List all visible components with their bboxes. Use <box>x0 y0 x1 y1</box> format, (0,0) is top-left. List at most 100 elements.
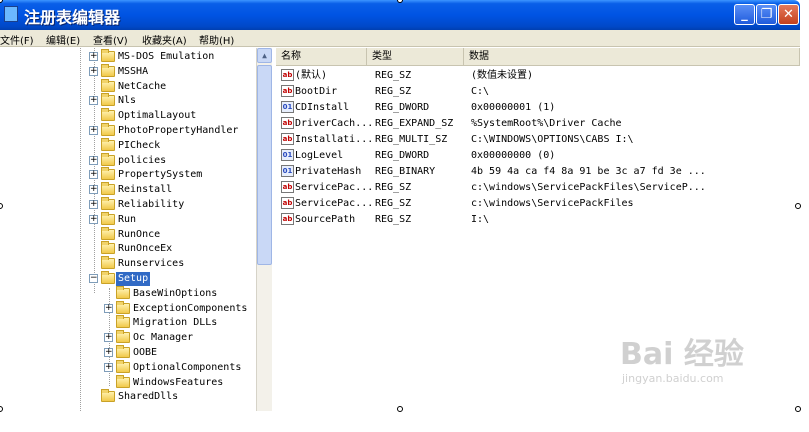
folder-icon <box>101 123 115 136</box>
column-header-name[interactable]: 名称 <box>276 48 367 66</box>
expand-icon[interactable]: + <box>89 214 98 224</box>
tree-item[interactable]: PICheck <box>0 137 256 153</box>
folder-icon <box>101 63 115 77</box>
value-name: (默认) <box>295 70 328 81</box>
value-row[interactable]: ab ServicePac... REG_SZ c:\windows\ServiceP… <box>276 196 800 212</box>
expand-icon[interactable]: + <box>89 155 98 165</box>
menu-favorites[interactable]: 收藏夹(A) <box>142 32 187 47</box>
folder-icon <box>116 359 130 373</box>
expand-icon[interactable]: + <box>89 66 98 76</box>
tree-item-label: Nls <box>118 95 137 107</box>
folder-icon <box>116 300 130 314</box>
value-name: PrivateHash <box>295 166 362 177</box>
folder-icon <box>101 167 115 181</box>
resize-handle[interactable] <box>397 406 403 412</box>
tree-item[interactable]: NetCache <box>0 78 256 94</box>
maximize-button[interactable]: ❐ <box>756 4 777 25</box>
tree-item-label: MS-DOS Emulation <box>118 51 215 62</box>
value-row[interactable]: ab (默认) REG_SZ (数值未设置) <box>276 68 800 84</box>
value-type: REG_EXPAND_SZ <box>375 118 454 129</box>
value-row[interactable]: ab BootDir REG_SZ C:\ <box>276 84 800 100</box>
value-row[interactable]: ab Installati... REG_MULTI_SZ C:\WINDOWS\OP… <box>276 132 800 148</box>
binary-value-icon: 01 <box>281 149 294 161</box>
resize-handle[interactable] <box>795 406 801 412</box>
folder-icon <box>101 137 115 151</box>
tree-item[interactable]: + PropertySystem <box>0 167 256 182</box>
column-header-data[interactable]: 数据 <box>464 48 800 66</box>
tree-item-label: policies <box>118 154 167 166</box>
value-row[interactable]: ab DriverCach... REG_EXPAND_SZ %SystemRoot%… <box>276 116 800 132</box>
tree-item-label: ExceptionComponents <box>133 302 248 314</box>
folder-icon <box>116 374 130 388</box>
value-row[interactable]: 01 CDInstall REG_DWORD 0x00000001 (1) <box>276 100 800 116</box>
menu-bar: 文件(F) 编辑(E) 查看(V) 收藏夹(A) 帮助(H) <box>0 30 800 47</box>
value-row[interactable]: ab ServicePac... REG_SZ c:\windows\ServiceP… <box>276 180 800 196</box>
column-header-type[interactable]: 类型 <box>367 48 464 66</box>
close-button[interactable]: ✕ <box>778 4 799 25</box>
value-row[interactable]: 01 PrivateHash REG_BINARY 4b 59 4a ca f4 8a… <box>276 164 800 180</box>
value-data: C:\ <box>471 86 490 97</box>
expand-icon[interactable]: + <box>89 200 98 209</box>
tree-item-label: OptionalComponents <box>133 361 242 373</box>
tree-item[interactable]: + PhotoPropertyHandler <box>0 123 256 138</box>
tree-item[interactable]: + OOBE <box>0 345 256 360</box>
folder-icon <box>101 78 115 92</box>
folder-icon <box>101 49 115 62</box>
expand-icon[interactable]: + <box>104 303 113 313</box>
watermark: Bai 经验 jingyan.baidu.com <box>620 338 744 386</box>
expand-icon[interactable]: + <box>104 362 113 372</box>
string-value-icon: ab <box>281 85 294 97</box>
tree-item-label: PICheck <box>118 139 161 151</box>
resize-handle[interactable] <box>0 406 3 412</box>
expand-icon[interactable]: + <box>89 96 98 106</box>
menu-help[interactable]: 帮助(H) <box>199 32 234 47</box>
tree-item[interactable]: + MSSHA <box>0 63 256 79</box>
menu-file[interactable]: 文件(F) <box>0 32 34 47</box>
collapse-icon[interactable]: − <box>89 274 98 283</box>
value-row[interactable]: ab SourcePath REG_SZ I:\ <box>276 212 800 228</box>
tree-item-label: RunOnceEx <box>118 243 173 255</box>
tree-item[interactable]: Runservices <box>0 256 256 271</box>
value-name: ServicePac... <box>295 182 374 193</box>
value-name: DriverCach... <box>295 118 374 129</box>
tree-item[interactable]: + policies <box>0 152 256 168</box>
expand-icon[interactable]: + <box>89 126 98 135</box>
value-row[interactable]: 01 LogLevel REG_DWORD 0x00000000 (0) <box>276 148 800 164</box>
tree-item[interactable]: + ExceptionComponents <box>0 300 256 316</box>
expand-icon[interactable]: + <box>89 170 98 180</box>
tree-item[interactable]: WindowsFeatures <box>0 374 256 390</box>
scroll-thumb[interactable] <box>257 65 272 265</box>
minimize-button[interactable]: _ <box>734 4 755 25</box>
menu-view[interactable]: 查看(V) <box>93 32 128 47</box>
tree-item[interactable]: BaseWinOptions <box>0 285 256 301</box>
tree-item[interactable]: RunOnce <box>0 226 256 242</box>
tree-item[interactable]: + Reliability <box>0 197 256 212</box>
expand-icon[interactable]: + <box>104 348 113 357</box>
tree-item[interactable]: + Run <box>0 211 256 227</box>
tree-item-label: WindowsFeatures <box>133 376 224 388</box>
expand-icon[interactable]: + <box>89 185 98 195</box>
tree-item[interactable]: + Reinstall <box>0 182 256 197</box>
tree-item[interactable]: + OptionalComponents <box>0 359 256 375</box>
expand-icon[interactable]: + <box>104 333 113 343</box>
tree-item[interactable]: SharedDlls <box>0 389 256 404</box>
scroll-up-arrow-icon[interactable]: ▲ <box>257 48 272 63</box>
tree-item[interactable]: RunOnceEx <box>0 241 256 256</box>
tree-item[interactable]: + Oc Manager <box>0 330 256 345</box>
key-tree[interactable]: + MS-DOS Emulation + MSSHA NetCache + Nls Optim… <box>0 48 272 411</box>
resize-handle[interactable] <box>795 203 801 209</box>
value-type: REG_SZ <box>375 198 412 209</box>
tree-item[interactable]: + Nls <box>0 93 256 108</box>
tree-item-label: MSSHA <box>118 65 149 77</box>
tree-item[interactable]: Migration DLLs <box>0 315 256 330</box>
expand-icon[interactable]: + <box>89 52 98 61</box>
value-type: REG_MULTI_SZ <box>375 134 448 145</box>
tree-item[interactable]: − Setup <box>0 271 256 286</box>
tree-item[interactable]: + MS-DOS Emulation <box>0 49 256 64</box>
tree-item-label: BaseWinOptions <box>133 287 218 299</box>
title-bar: 注册表编辑器 _ ❐ ✕ <box>0 0 800 30</box>
tree-item[interactable]: OptimalLayout <box>0 108 256 123</box>
folder-icon <box>101 256 115 270</box>
tree-scrollbar[interactable]: ▲ <box>256 48 272 411</box>
menu-edit[interactable]: 编辑(E) <box>46 32 80 47</box>
